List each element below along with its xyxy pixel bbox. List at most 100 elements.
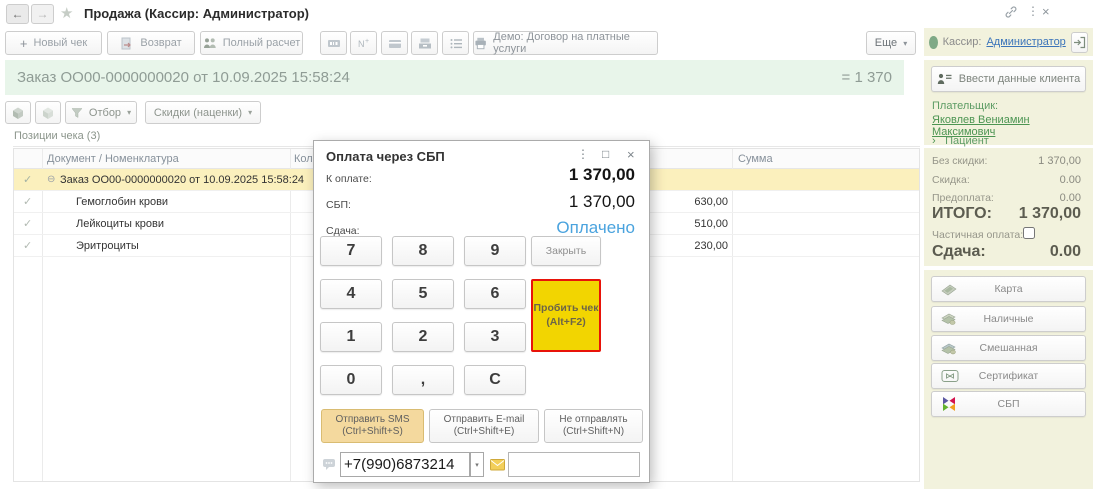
- dialog-close-icon[interactable]: ×: [627, 147, 635, 162]
- order-header-bar: Заказ ОО00-0000000020 от 10.09.2025 15:5…: [5, 60, 904, 95]
- row-label: Лейкоциты крови: [76, 218, 165, 230]
- cash-drawer-button[interactable]: [411, 31, 438, 55]
- key-4[interactable]: 4: [320, 279, 382, 309]
- no-send-button[interactable]: Не отправлять (Ctrl+Shift+N): [544, 409, 643, 443]
- key-1[interactable]: 1: [320, 322, 382, 352]
- cashier-label: Кассир:: [942, 36, 982, 48]
- back-arrow-icon: ←: [11, 7, 24, 21]
- bank-card-icon: [388, 39, 401, 48]
- column-header-document[interactable]: Документ / Номенклатура: [47, 153, 179, 165]
- key-8[interactable]: 8: [392, 236, 454, 266]
- chevron-down-icon: ▾: [475, 461, 479, 469]
- payer-label: Плательщик:: [932, 100, 999, 112]
- send-email-button[interactable]: Отправить E-mail (Ctrl+Shift+E): [429, 409, 539, 443]
- key-clear[interactable]: C: [464, 365, 526, 395]
- cashier-name-link[interactable]: Администратор: [986, 36, 1065, 48]
- key-7[interactable]: 7: [320, 236, 382, 266]
- logout-icon: [1073, 36, 1086, 48]
- favorite-star-icon[interactable]: ★: [60, 4, 73, 22]
- key-9[interactable]: 9: [464, 236, 526, 266]
- svg-text:N: N: [358, 39, 365, 49]
- key-6[interactable]: 6: [464, 279, 526, 309]
- forward-arrow-icon: →: [36, 7, 49, 21]
- certificate-icon: [941, 370, 959, 382]
- back-button[interactable]: ←: [6, 4, 29, 24]
- new-number-button[interactable]: N +: [350, 31, 377, 55]
- enter-client-data-button[interactable]: Ввести данные клиента: [931, 66, 1086, 92]
- full-payment-button[interactable]: Полный расчет: [200, 31, 303, 55]
- key-0[interactable]: 0: [320, 365, 382, 395]
- send-sms-button[interactable]: Отправить SMS (Ctrl+Shift+S): [321, 409, 424, 443]
- sbp-logo-icon: [943, 397, 955, 411]
- phone-input[interactable]: [340, 452, 470, 477]
- sbp-amount-value: 1 370,00: [568, 192, 635, 211]
- card-terminal-button[interactable]: [381, 31, 408, 55]
- discounts-button[interactable]: Скидки (наценки) ▾: [145, 101, 261, 124]
- key-5[interactable]: 5: [392, 279, 454, 309]
- svg-text:+: +: [365, 38, 369, 45]
- cashier-panel: Кассир: Администратор: [924, 28, 1093, 56]
- pay-sbp-button[interactable]: СБП: [931, 391, 1086, 417]
- pay-certificate-button[interactable]: Сертификат: [931, 363, 1086, 389]
- submit-check-button[interactable]: Пробить чек (Alt+F2): [531, 279, 601, 352]
- person-details-icon: [937, 73, 952, 84]
- demo-print-button[interactable]: Демо: Договор на платные услуги: [473, 31, 658, 55]
- column-header-sum[interactable]: Сумма: [738, 153, 773, 165]
- dialog-close-button[interactable]: Закрыть: [531, 236, 601, 266]
- more-button[interactable]: Еще ▾: [866, 31, 916, 55]
- key-3[interactable]: 3: [464, 322, 526, 352]
- row-price: 230,00: [694, 240, 728, 252]
- key-comma[interactable]: ,: [392, 365, 454, 395]
- cube-outline-icon: [43, 107, 53, 119]
- funnel-icon: [71, 107, 83, 118]
- phone-dropdown-button[interactable]: ▾: [470, 452, 484, 477]
- filter-button[interactable]: Отбор ▾: [65, 101, 137, 124]
- return-icon: [121, 37, 132, 49]
- forward-button[interactable]: →: [31, 4, 54, 24]
- total-value: 1 370,00: [1018, 205, 1081, 222]
- check-icon: ✓: [23, 196, 33, 208]
- discount-value: 0.00: [1059, 174, 1081, 186]
- collapse-icon[interactable]: ⊖: [47, 174, 55, 185]
- sbp-amount-label: СБП:: [326, 199, 351, 211]
- new-check-button[interactable]: + Новый чек: [5, 31, 102, 55]
- printer-icon: [475, 37, 486, 49]
- change-label: Сдача:: [932, 243, 986, 260]
- envelope-icon: [490, 459, 505, 471]
- chevron-right-icon: ›: [932, 135, 936, 147]
- window-close-icon[interactable]: ×: [1042, 4, 1050, 19]
- return-button[interactable]: Возврат: [107, 31, 195, 55]
- cash-drawer-icon: [418, 38, 431, 48]
- logout-button[interactable]: [1070, 31, 1088, 53]
- group-expand-button[interactable]: [35, 101, 61, 124]
- dialog-title: Оплата через СБП: [326, 149, 445, 164]
- row-label: Гемоглобин крови: [76, 196, 169, 208]
- cash-icon: [941, 313, 956, 325]
- list-icon: [450, 38, 462, 48]
- key-2[interactable]: 2: [392, 322, 454, 352]
- pay-cash-button[interactable]: Наличные: [931, 306, 1086, 332]
- pay-mixed-button[interactable]: Смешанная: [931, 335, 1086, 361]
- group-collapse-button[interactable]: [5, 101, 31, 124]
- people-icon: [203, 38, 216, 48]
- dialog-kebab-icon[interactable]: ⋮: [577, 147, 589, 161]
- pos-window: ← → ★ Продажа (Кассир: Администратор) ⋮ …: [0, 0, 1093, 489]
- chevron-down-icon: ▾: [248, 108, 253, 117]
- list-button[interactable]: [442, 31, 469, 55]
- link-icon[interactable]: [1004, 5, 1018, 19]
- email-input[interactable]: [508, 452, 640, 477]
- pay-amount-label: К оплате:: [326, 173, 372, 185]
- dialog-maximize-icon[interactable]: □: [602, 147, 609, 161]
- tab-check-positions[interactable]: Позиции чека (3): [14, 130, 100, 142]
- window-kebab-icon[interactable]: ⋮: [1027, 4, 1039, 18]
- pay-amount-value: 1 370,00: [568, 165, 635, 184]
- scanner-button[interactable]: [320, 31, 347, 55]
- partial-payment-checkbox[interactable]: [1023, 227, 1035, 239]
- patient-expander[interactable]: › Пациент: [932, 131, 989, 149]
- partial-payment-label: Частичная оплата:: [932, 229, 1024, 241]
- page-title: Продажа (Кассир: Администратор): [84, 6, 310, 21]
- pay-card-button[interactable]: Карта: [931, 276, 1086, 302]
- chevron-down-icon: ▾: [903, 38, 908, 48]
- prepay-value: 0.00: [1059, 192, 1081, 204]
- total-label: ИТОГО:: [932, 205, 992, 222]
